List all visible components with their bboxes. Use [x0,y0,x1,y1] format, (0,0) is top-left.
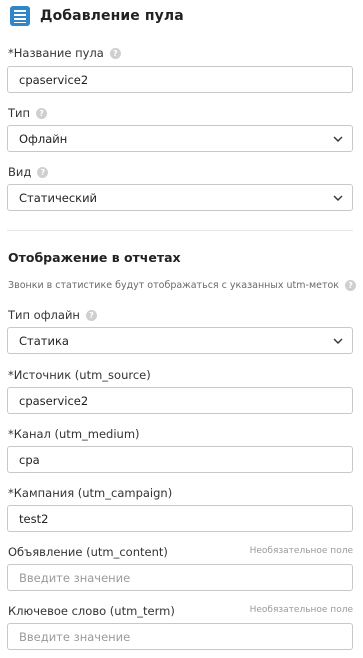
utm-content-input[interactable] [8,565,352,590]
utm-medium-input[interactable] [8,447,352,472]
help-icon[interactable]: ? [36,107,48,119]
kind-label: Вид ? [8,165,49,179]
kind-select-value: Статический [19,190,98,205]
utm-campaign-field[interactable] [7,505,353,532]
utm-campaign-input[interactable] [8,506,352,531]
utm-term-input[interactable] [8,624,352,649]
type-select-value: Офлайн [19,131,68,146]
chevron-down-icon [333,195,343,201]
utm-source-input[interactable] [8,388,352,413]
help-icon[interactable]: ? [345,280,357,291]
pool-name-field[interactable] [7,66,353,93]
utm-campaign-label: *Кампания (utm_campaign) [8,486,173,500]
section-divider [7,230,353,231]
pool-name-label: *Название пула ? [8,46,121,60]
utm-medium-field[interactable] [7,446,353,473]
page-title: Добавление пула [40,8,184,24]
utm-content-field[interactable] [7,564,353,591]
reports-hint: Звонки в статистике будут отображаться с… [8,280,357,291]
page-header: Добавление пула [10,4,184,28]
optional-note: Необязательное поле [249,546,353,556]
utm-source-label: *Источник (utm_source) [8,368,151,382]
type-label: Тип ? [8,106,48,120]
offline-type-label: Тип офлайн ? [8,308,97,322]
reports-section-title: Отображение в отчетах [8,250,181,265]
optional-note: Необязательное поле [249,605,353,615]
utm-content-label: Объявление (utm_content) [8,545,168,559]
chevron-down-icon [333,338,343,344]
kind-select[interactable]: Статический [7,184,353,211]
chevron-down-icon [333,136,343,142]
pool-name-input[interactable] [8,67,352,92]
help-icon[interactable]: ? [85,309,97,321]
offline-type-select-value: Статика [19,333,69,348]
utm-source-field[interactable] [7,387,353,414]
utm-term-label: Ключевое слово (utm_term) [8,604,175,618]
help-icon[interactable]: ? [37,166,49,178]
list-table-icon [10,6,30,26]
utm-term-field[interactable] [7,623,353,650]
utm-medium-label: *Канал (utm_medium) [8,427,140,441]
offline-type-select[interactable]: Статика [7,327,353,354]
type-select[interactable]: Офлайн [7,125,353,152]
help-icon[interactable]: ? [109,47,121,59]
